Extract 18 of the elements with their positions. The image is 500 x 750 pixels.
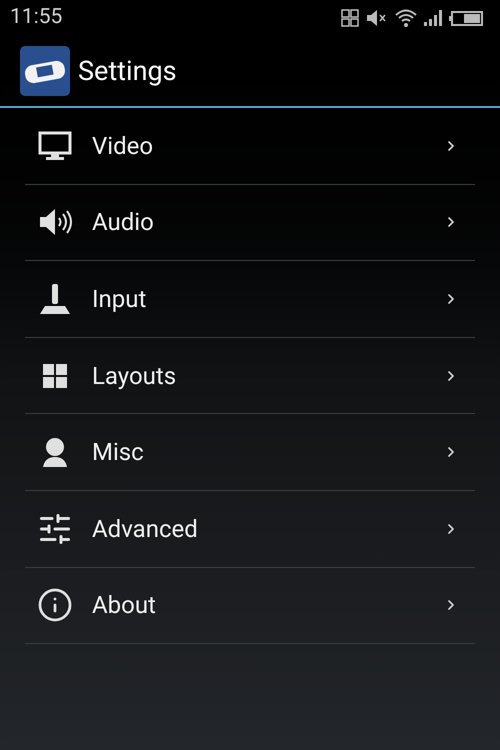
settings-item[interactable]: Audio xyxy=(25,184,475,262)
item-label: Audio xyxy=(92,207,155,238)
info-icon xyxy=(37,587,73,624)
item-label: Misc xyxy=(92,437,145,468)
app-logo xyxy=(20,46,70,96)
item-label: Layouts xyxy=(92,360,178,392)
settings-item[interactable]: Advanced xyxy=(25,490,475,568)
settings-item[interactable]: About xyxy=(25,568,475,644)
settings-item[interactable]: Input xyxy=(25,261,475,338)
item-label: Advanced xyxy=(92,514,199,545)
app-title: Settings xyxy=(78,54,177,89)
settings-item[interactable]: Misc xyxy=(25,414,475,491)
item-label: Video xyxy=(92,130,154,162)
item-label: About xyxy=(92,590,157,622)
settings-item[interactable]: Video xyxy=(25,108,475,185)
settings-item[interactable]: Layouts xyxy=(25,338,475,414)
status-time: 11:55 xyxy=(10,4,62,32)
item-label: Input xyxy=(92,284,148,315)
